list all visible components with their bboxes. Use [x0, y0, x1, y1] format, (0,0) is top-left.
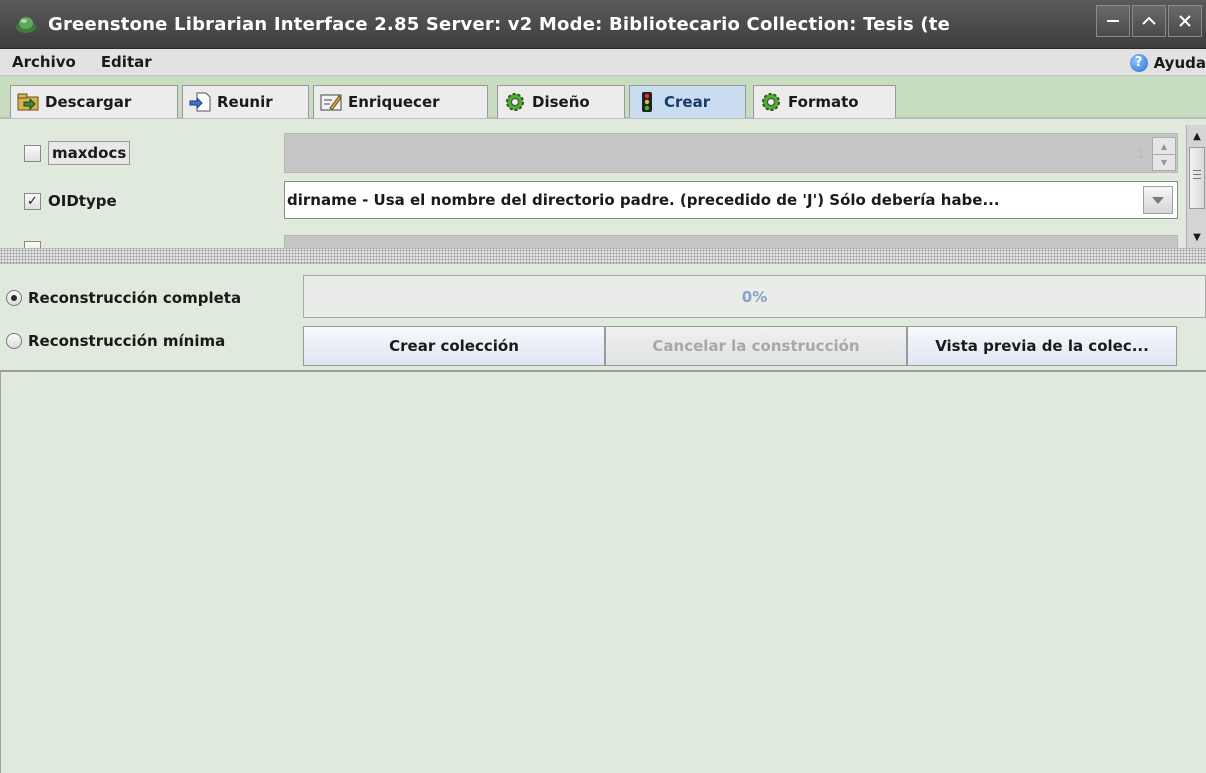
- minimize-icon: [1107, 20, 1119, 22]
- traffic-light-icon: [642, 92, 652, 112]
- create-collection-button[interactable]: Crear colección: [303, 326, 605, 366]
- gather-icon: [189, 92, 211, 112]
- tab-label: Reunir: [217, 93, 273, 111]
- full-rebuild-label: Reconstrucción completa: [28, 289, 242, 307]
- maxdocs-field: [284, 133, 1178, 173]
- oidtype-selected-value: dirname - Usa el nombre del directorio p…: [287, 191, 1000, 209]
- minimize-button[interactable]: [1096, 5, 1130, 37]
- scroll-down-icon[interactable]: ▼: [1187, 226, 1206, 248]
- tab-label: Enriquecer: [348, 93, 440, 111]
- chevron-down-icon[interactable]: [1143, 186, 1173, 214]
- maxdocs-spinner: ▲ ▼: [1152, 137, 1176, 171]
- tab-label: Diseño: [532, 93, 590, 111]
- download-icon: [17, 93, 39, 111]
- tab-label: Descargar: [45, 93, 132, 111]
- tab-reunir[interactable]: Reunir: [182, 85, 309, 118]
- spinner-up-icon: ▲: [1160, 141, 1168, 151]
- full-rebuild-radio[interactable]: [6, 290, 22, 306]
- greenstone-app-icon: [15, 13, 37, 35]
- option-maxdocs: maxdocs: [10, 133, 131, 173]
- maxdocs-label: maxdocs: [48, 141, 131, 165]
- spinner-down-icon: ▼: [1153, 154, 1175, 170]
- maxdocs-checkbox[interactable]: [24, 144, 41, 162]
- partial-option-checkbox[interactable]: [24, 240, 41, 248]
- gear-icon: [506, 93, 524, 111]
- split-pane-divider[interactable]: [0, 248, 1206, 264]
- options-scrollbar[interactable]: ▲ ▼: [1186, 125, 1206, 248]
- build-log-area: [0, 370, 1206, 773]
- oidtype-label: OIDtype: [48, 192, 117, 210]
- window-title: Greenstone Librarian Interface 2.85 Serv…: [48, 13, 950, 35]
- maximize-icon: [1142, 16, 1156, 25]
- option-oidtype: ✓ OIDtype: [10, 181, 117, 221]
- help-label: Ayuda: [1153, 53, 1206, 72]
- gear-icon: [762, 93, 780, 111]
- tab-label: Formato: [788, 93, 859, 111]
- tab-diseno[interactable]: Diseño: [497, 85, 625, 118]
- close-icon: [1179, 15, 1191, 27]
- tab-bar: Descargar Reunir Enriquecer Diseño Crear: [0, 76, 1206, 119]
- option-next-partial: [10, 229, 48, 248]
- close-button[interactable]: [1168, 5, 1202, 37]
- build-progress-bar: 0%: [303, 275, 1206, 318]
- full-rebuild-radio-row[interactable]: Reconstrucción completa: [0, 278, 241, 318]
- oidtype-checkbox[interactable]: ✓: [24, 192, 41, 210]
- menu-editar[interactable]: Editar: [89, 53, 165, 71]
- tab-descargar[interactable]: Descargar: [10, 85, 178, 118]
- menu-bar: Archivo Editar ? Ayuda: [0, 49, 1206, 76]
- maximize-button[interactable]: [1132, 5, 1166, 37]
- help-menu[interactable]: ? Ayuda: [1129, 49, 1206, 76]
- menu-archivo[interactable]: Archivo: [0, 53, 89, 71]
- minimal-rebuild-radio[interactable]: [6, 333, 22, 349]
- help-icon: ?: [1129, 53, 1148, 72]
- tab-crear[interactable]: Crear: [629, 85, 746, 118]
- scroll-up-icon[interactable]: ▲: [1187, 125, 1206, 147]
- build-options-panel: maxdocs 1 ▲ ▼ ✓ OIDtype dirname - Usa el…: [10, 125, 1186, 248]
- enrich-icon: [320, 94, 342, 111]
- title-bar: Greenstone Librarian Interface 2.85 Serv…: [0, 0, 1206, 49]
- tab-enriquecer[interactable]: Enriquecer: [313, 85, 488, 118]
- maxdocs-value: 1: [1137, 147, 1146, 162]
- preview-collection-button[interactable]: Vista previa de la colec...: [907, 326, 1177, 366]
- tab-formato[interactable]: Formato: [753, 85, 896, 118]
- cancel-build-button[interactable]: Cancelar la construcción: [605, 326, 907, 366]
- progress-text: 0%: [741, 287, 768, 306]
- minimal-rebuild-label: Reconstrucción mínima: [28, 332, 226, 350]
- scroll-thumb[interactable]: [1189, 147, 1205, 209]
- oidtype-combobox[interactable]: dirname - Usa el nombre del directorio p…: [284, 181, 1178, 219]
- tab-label: Crear: [664, 93, 711, 111]
- partial-option-field: [284, 235, 1178, 248]
- minimal-rebuild-radio-row[interactable]: Reconstrucción mínima: [0, 321, 225, 361]
